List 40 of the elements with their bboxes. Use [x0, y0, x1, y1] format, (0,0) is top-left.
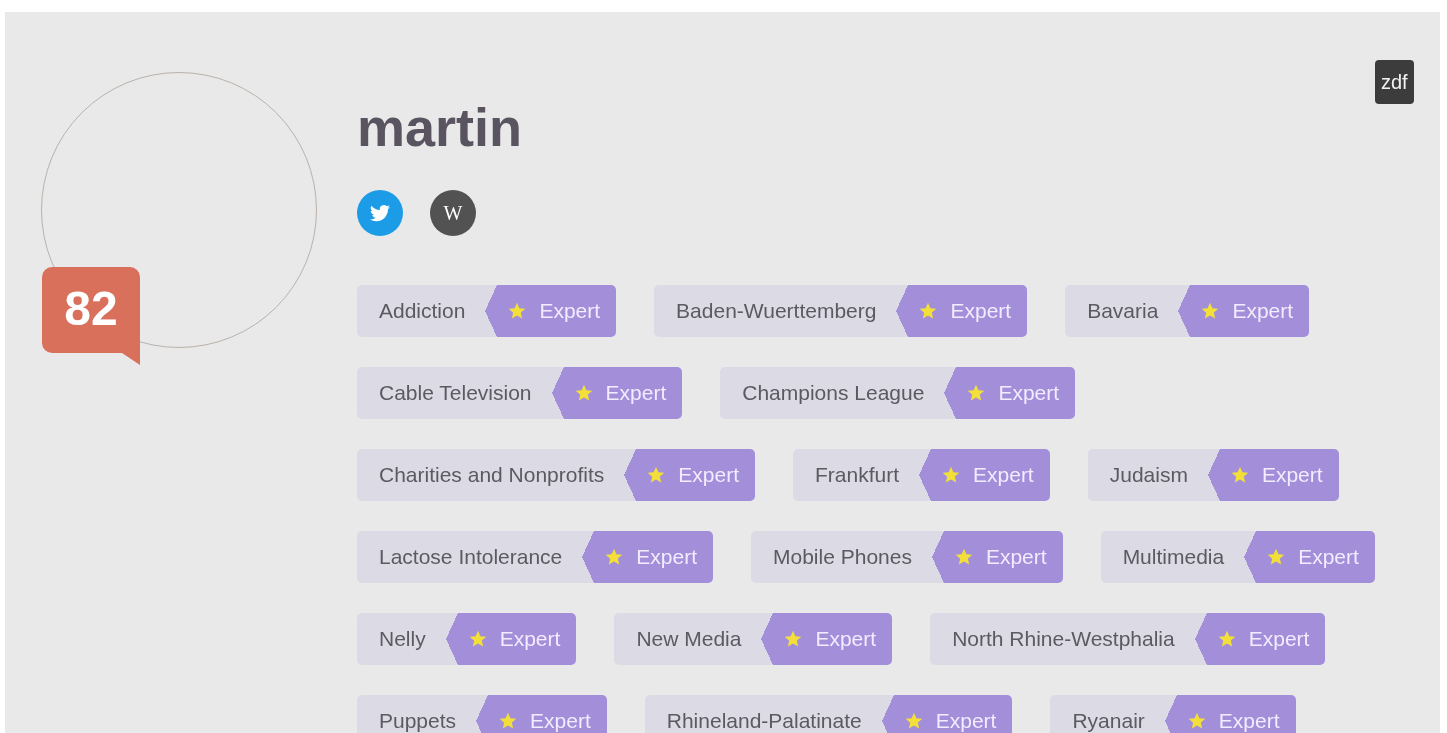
rank-label: Expert [636, 545, 697, 569]
rank-label: Expert [605, 381, 667, 405]
star-icon [941, 465, 961, 485]
topic-label[interactable]: Multimedia [1100, 531, 1245, 583]
rank-label: Expert [1248, 627, 1310, 651]
rank-label: Expert [530, 709, 591, 733]
rank-label: Expert [1218, 709, 1280, 733]
topic-label[interactable]: North Rhine-Westphalia [930, 613, 1195, 665]
rank-label: Expert [985, 545, 1047, 569]
rank-label: Expert [1261, 463, 1323, 487]
rank-label: Expert [815, 627, 877, 651]
topic-label[interactable]: Frankfurt [793, 449, 919, 501]
profile-name: martin [357, 100, 524, 154]
rank-label: Expert [499, 627, 561, 651]
wikipedia-link[interactable]: W [430, 190, 476, 236]
topic-label[interactable]: Champions League [720, 367, 945, 419]
topic-label[interactable]: Nelly [357, 613, 446, 665]
rank-label: Expert [678, 463, 739, 487]
rank-label: Expert [935, 709, 997, 733]
topic-label[interactable]: Cable Television [357, 367, 552, 419]
topic-label[interactable]: Puppets [357, 695, 477, 733]
topic-label[interactable]: Addiction [357, 285, 486, 337]
topic-label[interactable]: Judaism [1087, 449, 1208, 501]
source-logo: zdf [1374, 60, 1414, 104]
rank-label: Expert [1298, 545, 1359, 569]
topic-label[interactable]: Lactose Intolerance [357, 531, 583, 583]
topic-label[interactable]: New Media [614, 613, 762, 665]
twitter-icon[interactable] [357, 190, 403, 236]
rank-label: Expert [950, 299, 1012, 323]
rank-label: Expert [1232, 299, 1294, 323]
topic-label[interactable]: Bavaria [1065, 285, 1179, 337]
rank-label: Expert [539, 299, 601, 323]
topic-label[interactable]: Rhineland-Palatinate [644, 695, 882, 733]
rank-label: Expert [973, 463, 1034, 487]
topic-label[interactable]: Ryanair [1050, 695, 1165, 733]
topic-label[interactable]: Mobile Phones [751, 531, 932, 583]
rank-label: Expert [998, 381, 1060, 405]
topic-label[interactable]: Charities and Nonprofits [357, 449, 625, 501]
topic-label[interactable]: Baden-Wuerttemberg [654, 285, 897, 337]
score-badge: 82 [42, 267, 140, 365]
